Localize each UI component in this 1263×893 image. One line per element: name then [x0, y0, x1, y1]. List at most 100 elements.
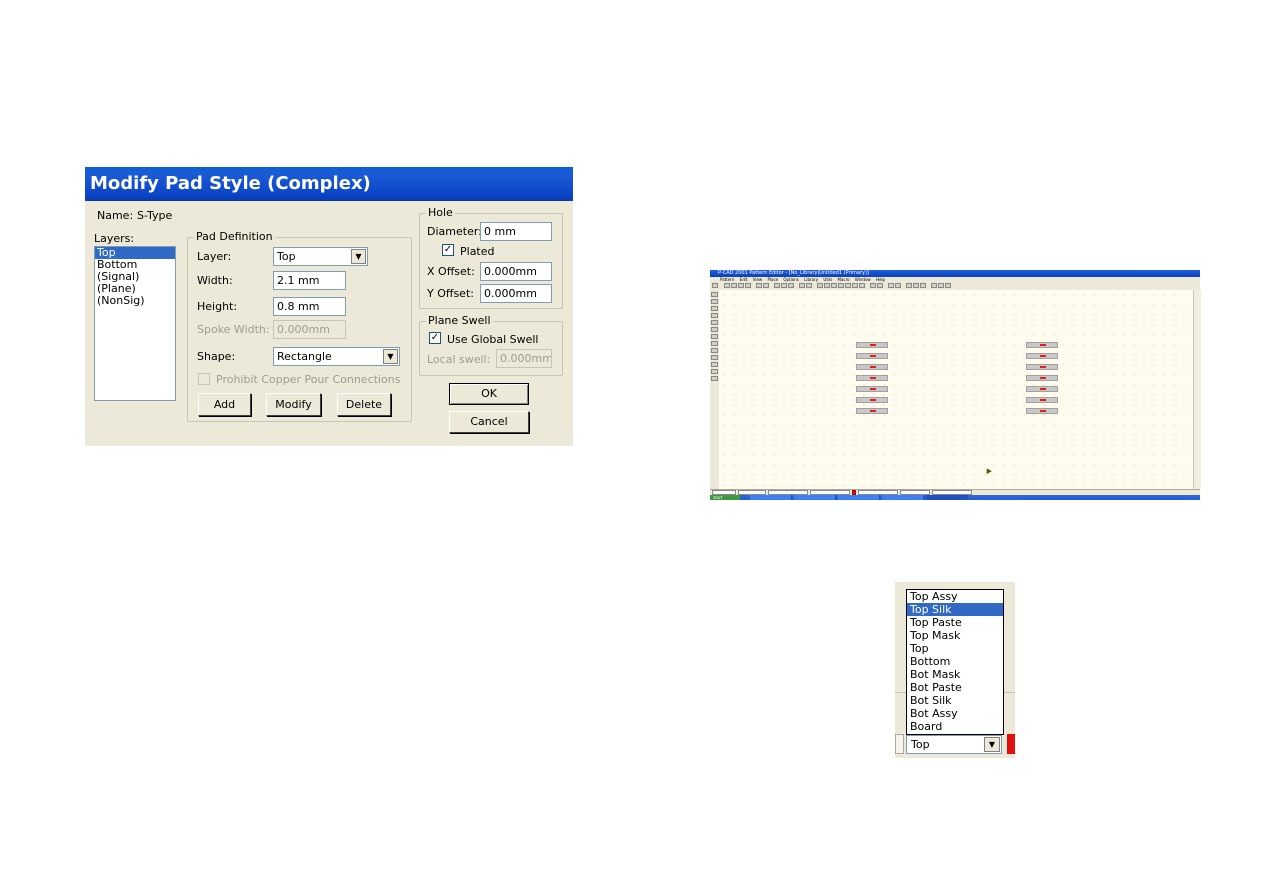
pad[interactable]	[856, 342, 888, 348]
dropdown-option[interactable]: Bot Mask	[907, 668, 1003, 681]
toolbar-icon[interactable]	[745, 283, 751, 288]
use-global-swell-checkbox[interactable]: ✓	[429, 332, 441, 344]
toolbar-icon[interactable]	[870, 283, 876, 288]
pad[interactable]	[1026, 386, 1058, 392]
taskbar-item[interactable]	[926, 495, 968, 500]
tool-icon[interactable]	[711, 327, 718, 332]
tool-icon[interactable]	[711, 341, 718, 346]
pad[interactable]	[856, 408, 888, 414]
toolbar-icon[interactable]	[756, 283, 762, 288]
plated-checkbox[interactable]: ✓	[442, 244, 454, 256]
dropdown-option[interactable]: Bottom	[907, 655, 1003, 668]
tool-icon[interactable]	[711, 306, 718, 311]
toolbar-icon[interactable]	[877, 283, 883, 288]
toolbar-icon[interactable]	[938, 283, 944, 288]
start-button[interactable]: start	[710, 495, 740, 500]
toolbar-icon[interactable]	[738, 283, 744, 288]
pad[interactable]	[856, 353, 888, 359]
chevron-down-icon[interactable]: ▼	[383, 349, 398, 364]
y-offset-field[interactable]: 0.000mm	[480, 284, 552, 303]
toolbar-icon[interactable]	[945, 283, 951, 288]
chevron-down-icon[interactable]: ▼	[351, 249, 366, 264]
toolbar-icon[interactable]	[806, 283, 812, 288]
toolbar-icon[interactable]	[888, 283, 894, 288]
layer-item[interactable]: (NonSig)	[95, 295, 175, 307]
toolbar-icon[interactable]	[824, 283, 830, 288]
status-field[interactable]	[895, 734, 904, 754]
ok-button[interactable]: OK	[449, 383, 529, 405]
diameter-field[interactable]: 0 mm	[480, 222, 552, 241]
toolbar-icon[interactable]	[724, 283, 730, 288]
modify-button[interactable]: Modify	[266, 393, 321, 416]
delete-button[interactable]: Delete	[337, 393, 391, 416]
pad[interactable]	[856, 386, 888, 392]
pad[interactable]	[1026, 364, 1058, 370]
add-button[interactable]: Add	[198, 393, 251, 416]
taskbar-item[interactable]	[750, 495, 792, 500]
toolbar-icon[interactable]	[859, 283, 865, 288]
chevron-down-icon[interactable]: ▼	[984, 737, 1000, 752]
prohibit-copper-checkbox[interactable]	[198, 373, 210, 385]
pad[interactable]	[1026, 397, 1058, 403]
pcad-design-canvas[interactable]	[719, 290, 1193, 489]
toolbar-icon[interactable]	[799, 283, 805, 288]
toolbar-icon[interactable]	[781, 283, 787, 288]
tool-icon[interactable]	[711, 355, 718, 360]
layers-listbox[interactable]: Top Bottom (Signal) (Plane) (NonSig)	[94, 246, 176, 401]
toolbar-icon[interactable]	[845, 283, 851, 288]
taskbar-item[interactable]	[794, 495, 836, 500]
pad[interactable]	[1026, 375, 1058, 381]
dropdown-option[interactable]: Top Mask	[907, 629, 1003, 642]
tool-icon[interactable]	[711, 313, 718, 318]
toolbar-icon[interactable]	[817, 283, 823, 288]
toolbar-icon[interactable]	[906, 283, 912, 288]
dropdown-option[interactable]: Top Assy	[907, 590, 1003, 603]
taskbar-item[interactable]	[838, 495, 880, 500]
toolbar-icon[interactable]	[913, 283, 919, 288]
height-field[interactable]: 0.8 mm	[273, 297, 346, 316]
tool-icon[interactable]	[711, 299, 718, 304]
local-swell-field[interactable]: 0.000mm	[496, 349, 552, 368]
spoke-width-field[interactable]: 0.000mm	[273, 320, 346, 339]
pad[interactable]	[856, 397, 888, 403]
vertical-scrollbar[interactable]	[1193, 290, 1201, 489]
layer-dropdown-list[interactable]: Top Assy Top Silk Top Paste Top Mask Top…	[906, 589, 1004, 735]
pad[interactable]	[856, 375, 888, 381]
shape-combo[interactable]: Rectangle ▼	[273, 347, 400, 366]
pad[interactable]	[1026, 342, 1058, 348]
cancel-button[interactable]: Cancel	[449, 411, 529, 433]
tool-icon[interactable]	[711, 376, 718, 381]
pad[interactable]	[856, 364, 888, 370]
toolbar-icon[interactable]	[788, 283, 794, 288]
layer-combo[interactable]: Top ▼	[273, 247, 368, 266]
dropdown-option[interactable]: Bot Assy	[907, 707, 1003, 720]
dropdown-option[interactable]: Bot Silk	[907, 694, 1003, 707]
toolbar-icon[interactable]	[774, 283, 780, 288]
toolbar-icon[interactable]	[712, 283, 718, 288]
dropdown-option[interactable]: Top	[907, 642, 1003, 655]
dropdown-option[interactable]: Top Paste	[907, 616, 1003, 629]
pad[interactable]	[1026, 353, 1058, 359]
tool-icon[interactable]	[711, 362, 718, 367]
toolbar-icon[interactable]	[838, 283, 844, 288]
taskbar-item[interactable]	[882, 495, 924, 500]
toolbar-icon[interactable]	[931, 283, 937, 288]
tool-icon[interactable]	[711, 320, 718, 325]
width-field[interactable]: 2.1 mm	[273, 271, 346, 290]
toolbar-icon[interactable]	[895, 283, 901, 288]
dropdown-option[interactable]: Top Silk	[907, 603, 1003, 616]
pad[interactable]	[1026, 408, 1058, 414]
toolbar-icon[interactable]	[831, 283, 837, 288]
dropdown-option[interactable]: Bot Paste	[907, 681, 1003, 694]
toolbar-icon[interactable]	[763, 283, 769, 288]
toolbar-icon[interactable]	[731, 283, 737, 288]
tool-icon[interactable]	[711, 369, 718, 374]
toolbar-icon[interactable]	[920, 283, 926, 288]
tool-icon[interactable]	[711, 334, 718, 339]
tool-icon[interactable]	[711, 348, 718, 353]
x-offset-field[interactable]: 0.000mm	[480, 262, 552, 281]
layer-select-combo[interactable]: Top ▼	[906, 735, 1002, 754]
tool-icon[interactable]	[711, 292, 718, 297]
dropdown-option[interactable]: Board	[907, 720, 1003, 733]
toolbar-icon[interactable]	[852, 283, 858, 288]
